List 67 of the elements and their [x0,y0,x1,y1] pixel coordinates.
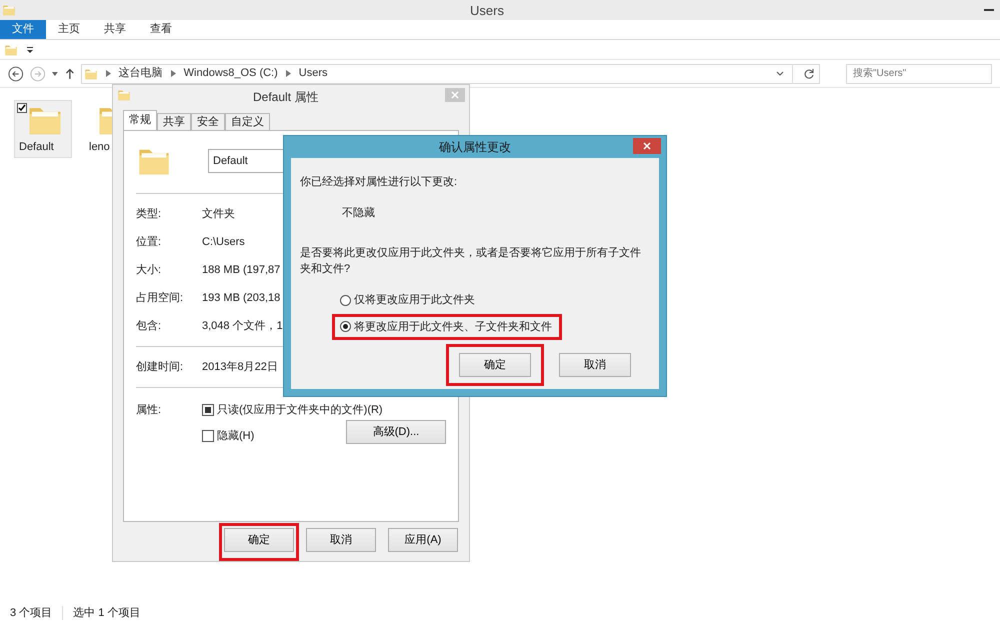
folder-icon [84,66,98,80]
checkbox-label: 隐藏(H) [217,428,254,444]
dialog-button[interactable]: 确定 [224,528,294,552]
search-field[interactable]: 搜索"Users" [846,64,992,84]
chevron-icon[interactable] [170,70,176,77]
chevron-icon[interactable] [286,70,291,77]
window-title: Users [470,2,504,20]
caret-icon[interactable] [51,70,59,76]
customize-dropdown-icon[interactable] [26,46,34,54]
ribbon-tab[interactable]: 文件 [0,20,46,39]
dialog-title: Default 属性 [253,89,318,106]
dialog-button[interactable]: 高级(D)... [346,420,446,444]
back-icon[interactable] [8,66,24,82]
property-value: 2013年8月22日 [202,360,278,375]
dropdown-icon[interactable] [776,70,784,76]
file-name[interactable]: leno [89,139,110,156]
ribbon-tab[interactable]: 主页 [46,20,92,39]
breadcrumb-item[interactable]: 这台电脑 [118,65,163,82]
dialog-tab[interactable]: 自定义 [225,112,270,130]
folder-icon [4,42,18,56]
change-text: 不隐藏 [342,206,376,220]
property-label: 占用空间: [136,290,184,306]
dialog-text: 是否要将此更改仅应用于此文件夹，或者是否要将它应用于所有子文件夹和文件? [300,246,642,277]
ribbon-tab[interactable]: 查看 [138,20,184,39]
property-label: 位置: [136,234,162,250]
property-value: 193 MB (203,18 [202,290,280,306]
status-text: 选中 1 个项目 [73,606,140,621]
close-icon [451,91,459,100]
breadcrumb-item[interactable]: Users [298,65,328,82]
ribbon-tab[interactable]: 共享 [92,20,138,39]
property-label: 创建时间: [136,360,184,375]
chevron-icon[interactable] [106,70,111,77]
file-name: Default [19,140,54,155]
radio-option[interactable]: 将更改应用于此文件夹、子文件夹和文件 [340,318,554,335]
dialog-tab[interactable]: 共享 [157,112,191,130]
dialog-button[interactable]: 取消 [559,353,631,377]
radio-option[interactable]: 仅将更改应用于此文件夹 [340,292,554,308]
folder-icon [2,3,16,17]
property-value: 文件夹 [202,206,235,222]
status-text: 3 个项目 [10,606,52,621]
checkbox-label: 只读(仅应用于文件夹中的文件)(R) [217,402,383,418]
dialog-text: 你已经选择对属性进行以下更改: [300,175,458,190]
checkbox[interactable] [202,404,214,416]
address-bar[interactable]: 这台电脑 Windows8_OS (C:) Users [80,64,820,84]
breadcrumb-item[interactable]: Windows8_OS (C:) [184,65,278,82]
radio-button[interactable] [340,294,351,306]
close-button[interactable] [633,138,661,154]
dialog-tab[interactable]: 安全 [191,112,225,130]
property-label: 大小: [136,262,162,278]
checkbox[interactable] [17,103,27,113]
dialog-button[interactable]: 取消 [306,528,376,552]
property-value: C:\Users [202,234,245,250]
radio-button[interactable] [340,321,351,332]
close-icon [643,142,651,150]
property-value: 3,048 个文件，1 [202,318,283,334]
up-arrow-icon[interactable] [64,68,75,80]
property-label: 属性: [136,402,162,418]
property-label: 包含: [136,318,162,334]
dialog-title: 确认属性更改 [439,139,511,156]
file-item[interactable]: Default [14,100,72,158]
dialog-button[interactable]: 确定 [459,353,531,377]
dialog-button[interactable]: 应用(A) [388,528,458,552]
property-label: 类型: [136,206,162,222]
minimize-icon[interactable] [984,8,994,12]
dialog-tab[interactable]: 常规 [123,110,157,130]
checkbox[interactable] [202,430,214,442]
property-value: 188 MB (197,87 [202,262,280,278]
